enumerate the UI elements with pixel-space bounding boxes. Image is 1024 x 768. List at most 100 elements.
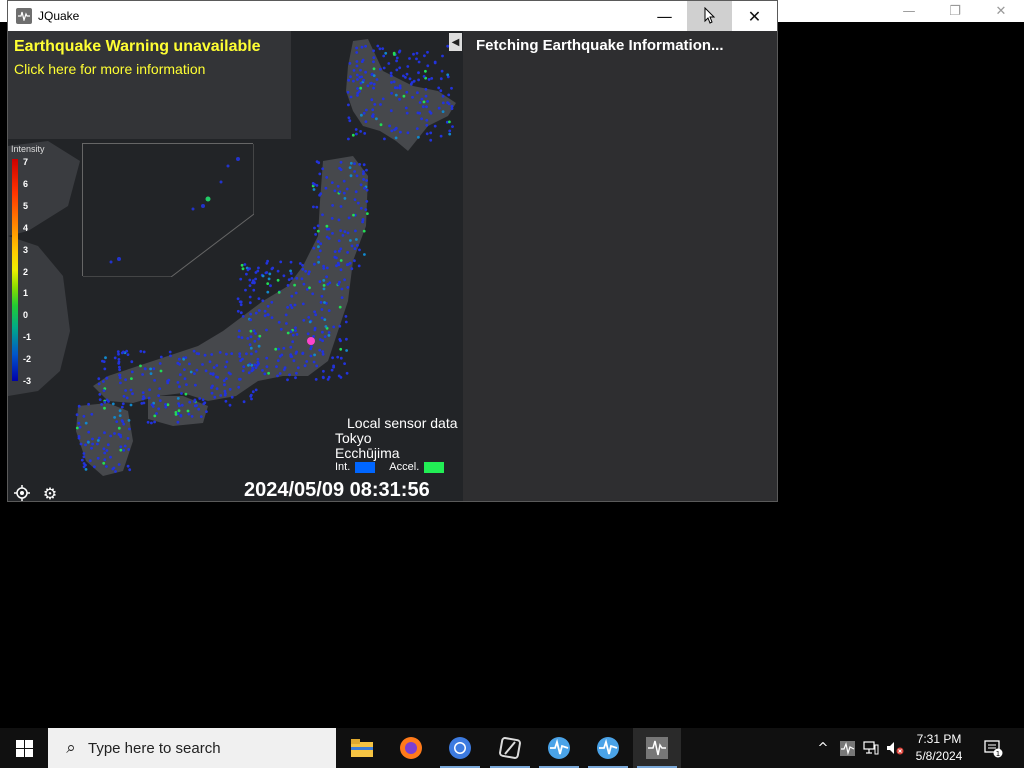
- taskbar-search[interactable]: ⌕ Type here to search: [48, 728, 336, 768]
- sensor-dot: [157, 407, 161, 411]
- sensor-dot: [289, 260, 293, 264]
- sensor-dot: [352, 79, 355, 83]
- maximize-button[interactable]: [687, 1, 732, 31]
- sensor-dot: [125, 349, 129, 353]
- legend-label: 4: [23, 222, 29, 233]
- map-area[interactable]: Earthquake Warning unavailable Click her…: [8, 31, 463, 501]
- sensor-dot: [345, 337, 348, 341]
- sensor-dot: [211, 373, 215, 376]
- sensor-dot: [253, 339, 257, 343]
- action-center-button[interactable]: 1: [978, 728, 1008, 768]
- taskbar-file-explorer[interactable]: [338, 728, 386, 768]
- sensor-dot: [241, 369, 245, 373]
- bg-close-button[interactable]: ✕: [978, 0, 1024, 22]
- sensor-dot: [111, 402, 115, 406]
- sensor-dot: [126, 437, 130, 440]
- sensor-dot: [430, 77, 434, 80]
- settings-button[interactable]: ⚙: [39, 482, 61, 502]
- accel-label: Accel.: [389, 461, 420, 473]
- sensor-dot: [239, 300, 243, 304]
- locate-button[interactable]: [11, 482, 33, 501]
- more-info-link[interactable]: Click here for more information: [14, 61, 205, 77]
- sensor-dot: [88, 459, 92, 463]
- sensor-dot: [192, 349, 196, 353]
- sensor-dot: [342, 191, 346, 195]
- sensor-dot: [366, 212, 369, 216]
- sensor-dot: [336, 184, 340, 188]
- sensor-dot: [362, 163, 366, 167]
- sensor-dot: [323, 335, 327, 338]
- sensor-dot: [166, 403, 170, 407]
- sensor-dot: [261, 274, 265, 278]
- sensor-dot: [186, 409, 190, 413]
- warning-banner[interactable]: Earthquake Warning unavailable Click her…: [8, 31, 291, 139]
- tray-network[interactable]: [860, 728, 882, 768]
- minimize-button[interactable]: —: [642, 1, 687, 31]
- sensor-dot: [424, 94, 428, 98]
- sensor-dot: [105, 376, 109, 380]
- taskbar-jquake[interactable]: [633, 728, 681, 768]
- sensor-dot: [210, 353, 214, 356]
- sensor-dot: [425, 105, 428, 109]
- sensor-dot: [366, 84, 370, 88]
- sensor-dot: [439, 77, 443, 81]
- sensor-dot: [198, 397, 202, 400]
- taskbar-chrome[interactable]: [436, 728, 484, 768]
- sensor-dot: [97, 382, 101, 386]
- taskbar-clock[interactable]: 7:31 PM 5/8/2024: [906, 731, 972, 765]
- info-panel: Fetching Earthquake Information...: [463, 31, 777, 501]
- collapse-panel-button[interactable]: ◀: [449, 33, 462, 51]
- sensor-dot: [151, 405, 155, 408]
- sensor-dot: [350, 267, 354, 271]
- sensor-dot: [149, 367, 153, 371]
- bg-minimize-button[interactable]: —: [886, 0, 932, 22]
- sensor-dot: [332, 325, 336, 329]
- close-button[interactable]: ✕: [732, 1, 777, 31]
- tray-volume[interactable]: [884, 728, 906, 768]
- sensor-dot: [157, 394, 161, 397]
- sensor-dot: [230, 352, 234, 355]
- seismograph-icon: [597, 737, 619, 759]
- sensor-dot: [249, 318, 253, 322]
- sensor-dot: [395, 68, 399, 72]
- taskbar-app-4[interactable]: [486, 728, 534, 768]
- bg-maximize-button[interactable]: ❐: [932, 0, 978, 22]
- local-sensor-marker: [307, 337, 315, 345]
- taskbar-firefox[interactable]: [387, 728, 435, 768]
- sensor-dot: [321, 352, 325, 356]
- sensor-dot: [117, 463, 121, 466]
- sensor-dot: [317, 161, 321, 165]
- sensor-dot: [82, 414, 86, 418]
- sensor-dot: [320, 294, 324, 298]
- sensor-dot: [263, 314, 267, 318]
- sensor-dot: [254, 332, 257, 335]
- sensor-dot: [295, 333, 299, 336]
- sensor-dot: [295, 371, 298, 375]
- sensor-dot: [365, 168, 368, 172]
- intensity-scale-bar: [12, 159, 18, 381]
- start-button[interactable]: [0, 728, 48, 768]
- taskbar-app-6[interactable]: [584, 728, 632, 768]
- sensor-dot: [384, 51, 388, 55]
- show-hidden-icons-button[interactable]: ^: [812, 728, 834, 768]
- sensor-dot: [303, 364, 307, 368]
- sensor-dot: [153, 414, 157, 418]
- sensor-dot: [195, 352, 199, 355]
- sensor-dot: [294, 376, 297, 380]
- taskbar-app-5[interactable]: [535, 728, 583, 768]
- sensor-dot: [395, 59, 398, 63]
- sensor-dot: [183, 368, 186, 371]
- sensor-dot: [78, 425, 82, 429]
- sensor-dot: [177, 409, 181, 413]
- sensor-dot: [291, 340, 295, 344]
- sensor-dot: [317, 240, 320, 243]
- sensor-dot: [325, 227, 329, 231]
- sensor-dot: [289, 269, 292, 273]
- legend-label: 1: [23, 288, 29, 299]
- title-bar[interactable]: JQuake — ✕: [8, 1, 777, 31]
- chrome-icon: [449, 737, 471, 759]
- sensor-dot: [246, 337, 250, 340]
- sensor-dot: [355, 51, 359, 54]
- tray-jquake[interactable]: [836, 728, 858, 768]
- sensor-dot: [129, 403, 133, 407]
